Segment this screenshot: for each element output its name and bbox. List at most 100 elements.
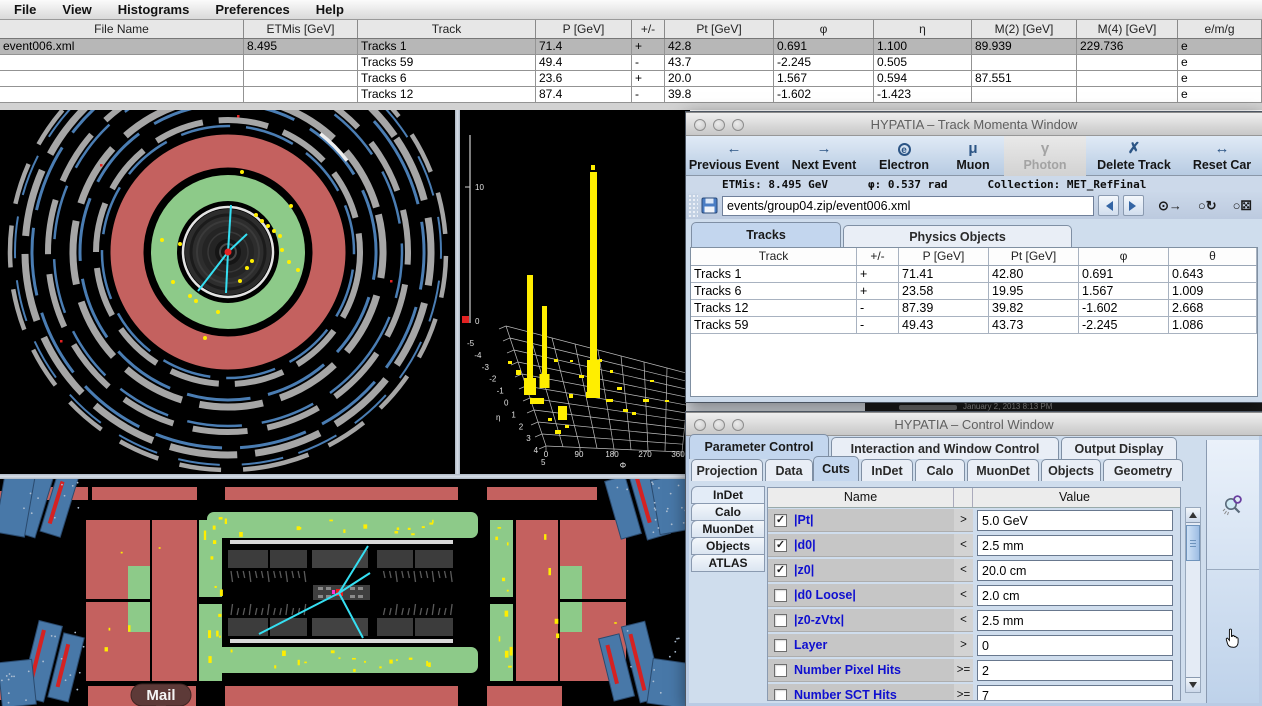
minimize-window-button[interactable] (713, 419, 725, 431)
cut-name-cell: |d0 Loose| (768, 584, 954, 607)
circle-loop-icon[interactable]: ○↻ (1198, 198, 1217, 214)
cuts-scrollbar[interactable] (1185, 507, 1201, 693)
tab-tracks[interactable]: Tracks (691, 222, 841, 247)
track-table-row[interactable]: Tracks 6+23.5819.951.5671.009 (691, 283, 1257, 300)
close-window-button[interactable] (694, 419, 706, 431)
toolbar-grip[interactable] (688, 194, 698, 217)
side-tab-calo[interactable]: Calo (691, 503, 765, 521)
hand-tool-button[interactable] (1207, 571, 1259, 703)
cut-checkbox[interactable] (774, 664, 787, 677)
tab-projection[interactable]: Projection (691, 459, 763, 481)
column-header-pt-gev[interactable]: Pt [GeV] (989, 248, 1079, 265)
toolbar-button-photon[interactable]: γPhoton (1004, 136, 1086, 176)
side-tab-atlas[interactable]: ATLAS (691, 554, 765, 572)
zoom-tool-button[interactable] (1207, 440, 1259, 570)
toolbar-button-reset-car[interactable]: ↔Reset Car (1182, 136, 1262, 176)
track-table-row[interactable]: Tracks 59-49.4343.73-2.2451.086 (691, 317, 1257, 334)
tab-interaction-and-window-control[interactable]: Interaction and Window Control (831, 437, 1059, 459)
column-header-[interactable]: +/- (857, 248, 899, 265)
event-file-path-input[interactable] (722, 196, 1094, 216)
cut-value-input[interactable] (977, 585, 1173, 606)
cut-checkbox[interactable]: ✓ (774, 564, 787, 577)
tab-data[interactable]: Data (765, 459, 813, 481)
close-window-button[interactable] (694, 119, 706, 131)
column-header-[interactable]: φ (1079, 248, 1169, 265)
toolbar-button-muon[interactable]: μMuon (942, 136, 1004, 176)
column-header-m-4-gev[interactable]: M(4) [GeV] (1077, 20, 1178, 38)
cut-checkbox[interactable] (774, 589, 787, 602)
column-header-[interactable]: φ (774, 20, 874, 38)
toolbar-button-next-event[interactable]: →Next Event (782, 136, 866, 176)
tab-calo[interactable]: Calo (915, 459, 965, 481)
cut-checkbox[interactable] (774, 689, 787, 702)
column-header-m-2-gev[interactable]: M(2) [GeV] (972, 20, 1077, 38)
column-header-[interactable]: η (874, 20, 972, 38)
cut-checkbox[interactable]: ✓ (774, 514, 787, 527)
event-table-row[interactable]: Tracks 5949.4-43.7-2.2450.505e (0, 55, 1262, 71)
cut-value-input[interactable] (977, 660, 1173, 681)
event-table-row[interactable]: Tracks 623.6+20.01.5670.59487.551e (0, 71, 1262, 87)
window-controls[interactable] (694, 419, 744, 431)
menu-file[interactable]: File (14, 2, 36, 17)
menu-help[interactable]: Help (316, 2, 344, 17)
cut-value-input[interactable] (977, 610, 1173, 631)
column-header-p-gev[interactable]: P [GeV] (536, 20, 632, 38)
cut-value-input[interactable] (977, 510, 1173, 531)
save-icon[interactable] (701, 197, 718, 214)
lego-plot[interactable]: 100-5-4-3-2-1012345090180270360ηΦ (460, 110, 690, 474)
cut-value-input[interactable] (977, 560, 1173, 581)
zoom-window-button[interactable] (732, 419, 744, 431)
tab-objects[interactable]: Objects (1041, 459, 1101, 481)
control-window-titlebar[interactable]: HYPATIA – Control Window (686, 412, 1262, 436)
scroll-down-button[interactable] (1186, 677, 1200, 692)
tab-physics-objects[interactable]: Physics Objects (843, 225, 1072, 247)
zoom-window-button[interactable] (732, 119, 744, 131)
scroll-up-button[interactable] (1186, 508, 1200, 523)
tab-output-display[interactable]: Output Display (1061, 437, 1177, 459)
detector-end-view[interactable] (0, 110, 455, 474)
tab-parameter-control[interactable]: Parameter Control (689, 434, 829, 459)
minimize-window-button[interactable] (713, 119, 725, 131)
column-header-etmis-gev[interactable]: ETMis [GeV] (244, 20, 358, 38)
cut-checkbox[interactable]: ✓ (774, 539, 787, 552)
column-header-file-name[interactable]: File Name (0, 20, 244, 38)
cut-value-input[interactable] (977, 635, 1173, 656)
menu-view[interactable]: View (62, 2, 91, 17)
circle-random-icon[interactable]: ○⚄ (1233, 198, 1252, 214)
column-header-[interactable]: θ (1169, 248, 1257, 265)
tab-cuts[interactable]: Cuts (813, 456, 859, 481)
track-momenta-titlebar[interactable]: HYPATIA – Track Momenta Window (686, 112, 1262, 136)
tab-geometry[interactable]: Geometry (1103, 459, 1183, 481)
column-header-[interactable]: +/- (632, 20, 665, 38)
column-header-track[interactable]: Track (691, 248, 857, 265)
toolbar-button-delete-track[interactable]: ✗Delete Track (1086, 136, 1182, 176)
column-header-pt-gev[interactable]: Pt [GeV] (665, 20, 774, 38)
column-header-e-m-g[interactable]: e/m/g (1178, 20, 1262, 38)
toolbar-button-previous-event[interactable]: ←Previous Event (686, 136, 782, 176)
tab-muondet[interactable]: MuonDet (967, 459, 1039, 481)
side-tab-indet[interactable]: InDet (691, 486, 765, 504)
scrollbar-thumb[interactable] (1186, 525, 1200, 561)
column-header-track[interactable]: Track (358, 20, 536, 38)
detector-side-view[interactable]: Mail (0, 479, 690, 706)
toolbar-button-electron[interactable]: eElectron (866, 136, 942, 176)
track-table-row[interactable]: Tracks 12-87.3939.82-1.6022.668 (691, 300, 1257, 317)
event-table-row[interactable]: event006.xml8.495Tracks 171.4+42.80.6911… (0, 39, 1262, 55)
event-table-row[interactable]: Tracks 1287.4-39.8-1.602-1.423e (0, 87, 1262, 103)
side-tab-objects[interactable]: Objects (691, 537, 765, 555)
vertex-arrow-icon[interactable]: ⊙→ (1158, 198, 1182, 214)
cut-value-input[interactable] (977, 685, 1173, 701)
cut-checkbox[interactable] (774, 639, 787, 652)
dock-badge[interactable]: Mail (131, 684, 191, 706)
tab-indet[interactable]: InDet (861, 459, 913, 481)
track-table-row[interactable]: Tracks 1+71.4142.800.6910.643 (691, 266, 1257, 283)
window-controls[interactable] (694, 119, 744, 131)
column-header-p-gev[interactable]: P [GeV] (899, 248, 989, 265)
next-file-button[interactable] (1123, 195, 1144, 216)
side-tab-muondet[interactable]: MuonDet (691, 520, 765, 538)
cut-checkbox[interactable] (774, 614, 787, 627)
previous-file-button[interactable] (1098, 195, 1119, 216)
menu-histograms[interactable]: Histograms (118, 2, 190, 17)
cut-value-input[interactable] (977, 535, 1173, 556)
menu-preferences[interactable]: Preferences (215, 2, 289, 17)
